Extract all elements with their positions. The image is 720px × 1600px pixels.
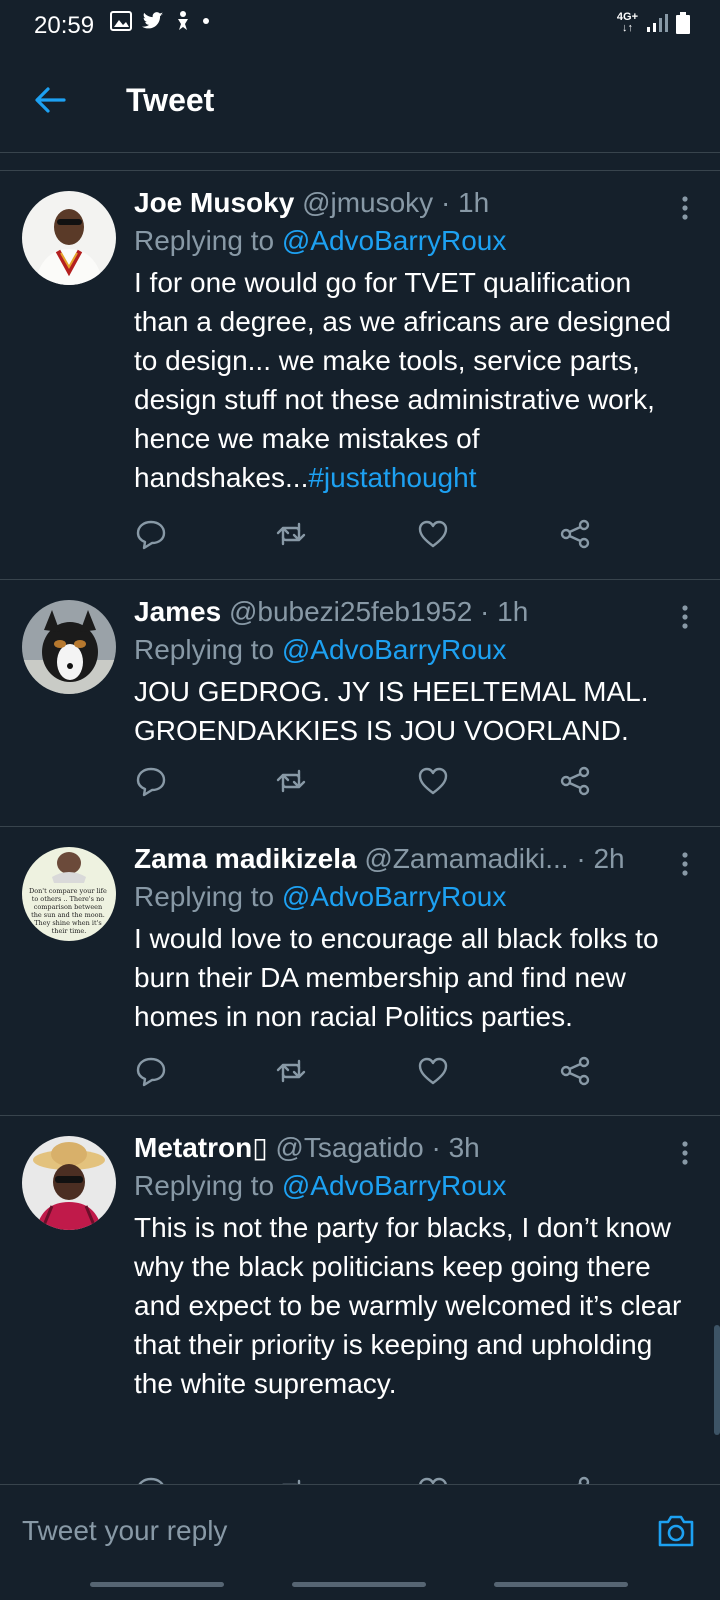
system-icons: 4G+ ↓↑ [617, 12, 690, 34]
avatar[interactable] [22, 600, 116, 694]
share-icon[interactable] [558, 1474, 592, 1484]
reply-composer[interactable]: Tweet your reply [0, 1484, 720, 1581]
author-handle-time: @jmusoky · 1h [302, 187, 490, 218]
like-icon[interactable] [416, 1054, 450, 1088]
reply-icon[interactable] [134, 1474, 168, 1484]
header-divider [0, 152, 720, 153]
status-time: 20:59 [34, 12, 95, 39]
tweet-text: I would love to encourage all black folk… [134, 923, 659, 1032]
author-handle-time: @Tsagatido · 3h [275, 1132, 480, 1163]
replying-to-link[interactable]: @AdvoBarryRoux [282, 881, 507, 912]
more-vert-icon[interactable] [680, 195, 690, 221]
tweet-actions [134, 764, 614, 798]
author-name[interactable]: Zama madikizela [134, 843, 357, 874]
author-handle-time: @bubezi25feb1952 · 1h [228, 596, 529, 627]
tweet-meta: Zama madikizela @Zamamadiki... · 2h [134, 841, 682, 877]
back-arrow-icon[interactable] [30, 80, 70, 120]
tweet-actions [134, 1054, 614, 1088]
gallery-icon [110, 11, 132, 31]
share-icon[interactable] [558, 764, 592, 798]
share-icon[interactable] [558, 517, 592, 551]
tweet-item[interactable]: James @bubezi25feb1952 · 1h Replying to … [0, 580, 720, 827]
author-name[interactable]: Metatron▯ [134, 1132, 268, 1163]
avatar[interactable] [22, 1136, 116, 1230]
nav-handle-right [494, 1582, 628, 1587]
replying-to: Replying to @AdvoBarryRoux [134, 881, 507, 912]
battery-icon [676, 12, 690, 34]
tweet-item[interactable]: Joe Musoky @jmusoky · 1h Replying to @Ad… [0, 171, 720, 580]
network-indicator: 4G+ ↓↑ [616, 11, 638, 34]
more-vert-icon[interactable] [680, 604, 690, 630]
reply-icon[interactable] [134, 517, 168, 551]
like-icon[interactable] [416, 764, 450, 798]
tweet-actions [134, 517, 614, 551]
author-handle-time: @Zamamadiki... · 2h [364, 843, 625, 874]
replying-to: Replying to @AdvoBarryRoux [134, 1170, 507, 1201]
avatar[interactable] [22, 191, 116, 285]
tweet-text: JOU GEDROG. JY IS HEELTEMAL MAL. GROENDA… [134, 676, 649, 746]
page-title: Tweet [126, 82, 215, 118]
like-icon[interactable] [416, 1474, 450, 1484]
author-name[interactable]: Joe Musoky [134, 187, 294, 218]
tweet-text: This is not the party for blacks, I don’… [134, 1212, 682, 1399]
retweet-icon[interactable] [274, 517, 308, 551]
tweet-meta: Joe Musoky @jmusoky · 1h [134, 185, 682, 221]
retweet-icon[interactable] [274, 1054, 308, 1088]
more-vert-icon[interactable] [680, 1140, 690, 1166]
replying-to-link[interactable]: @AdvoBarryRoux [282, 634, 507, 665]
tweet-actions [134, 1474, 614, 1484]
reply-icon[interactable] [134, 764, 168, 798]
tweet-item[interactable]: Don't compare your life to others .. The… [0, 827, 720, 1116]
author-name[interactable]: James [134, 596, 221, 627]
share-icon[interactable] [558, 1054, 592, 1088]
scrollbar-thumb[interactable] [714, 1325, 720, 1435]
replying-to: Replying to @AdvoBarryRoux [134, 634, 507, 665]
camera-icon[interactable] [656, 1513, 696, 1549]
tweet-text: I for one would go for TVET qualificatio… [134, 267, 672, 493]
person-icon [178, 11, 188, 30]
tweet-meta: James @bubezi25feb1952 · 1h [134, 594, 682, 630]
reply-input[interactable]: Tweet your reply [22, 1515, 227, 1547]
more-vert-icon[interactable] [680, 851, 690, 877]
replying-to-link[interactable]: @AdvoBarryRoux [282, 1170, 507, 1201]
tweet-meta: Metatron▯ @Tsagatido · 3h [134, 1130, 682, 1166]
replying-to-link[interactable]: @AdvoBarryRoux [282, 225, 507, 256]
like-icon[interactable] [416, 517, 450, 551]
replying-to: Replying to @AdvoBarryRoux [134, 225, 507, 256]
dot-icon [203, 18, 209, 24]
top-app-bar: Tweet [0, 52, 720, 152]
nav-handle-center [292, 1582, 426, 1587]
retweet-icon[interactable] [274, 1474, 308, 1484]
hashtag-link[interactable]: #justathought [308, 462, 476, 493]
reply-icon[interactable] [134, 1054, 168, 1088]
status-bar: 20:59 4G+ ↓↑ [0, 0, 720, 52]
twitter-icon [142, 12, 164, 29]
tweet-item[interactable]: Metatron▯ @Tsagatido · 3h Replying to @A… [0, 1116, 720, 1484]
retweet-icon[interactable] [274, 764, 308, 798]
signal-icon [647, 14, 668, 32]
avatar[interactable]: Don't compare your life to others .. The… [22, 847, 116, 941]
notification-icons [110, 10, 210, 32]
nav-handle-left [90, 1582, 224, 1587]
